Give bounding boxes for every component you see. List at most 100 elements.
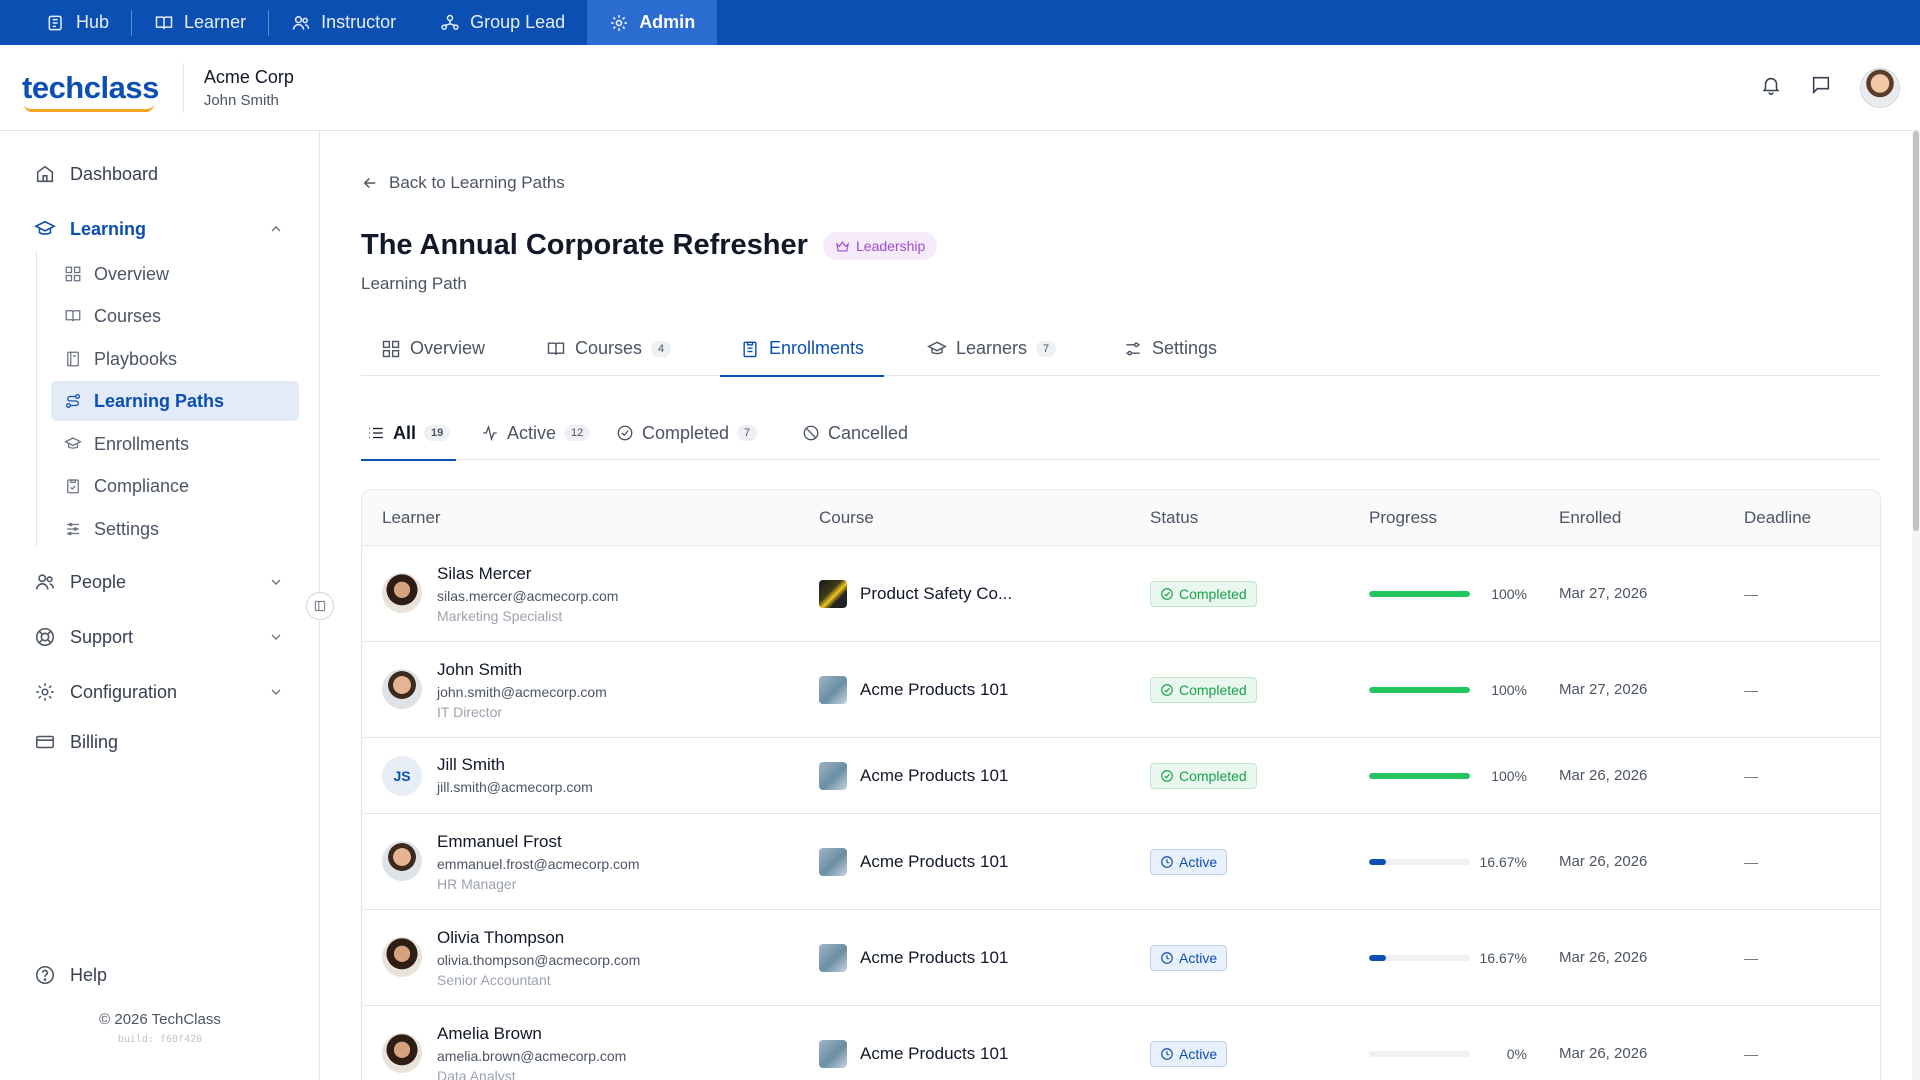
tab-enrollments[interactable]: Enrollments	[719, 321, 885, 377]
sidebar-item-overview[interactable]: Overview	[51, 254, 299, 294]
course-name[interactable]: Acme Products 101	[860, 766, 1008, 786]
org-name: Acme Corp	[203, 66, 294, 87]
progress-percent: 0%	[1506, 1046, 1527, 1062]
check-circle-icon	[1161, 770, 1173, 782]
learner-title: HR Manager	[437, 876, 517, 892]
role-instructor[interactable]: Instructor	[269, 0, 418, 45]
status-badge: Completed	[1150, 763, 1257, 789]
column-status[interactable]: Status	[1150, 508, 1198, 528]
tab-learners[interactable]: Learners 7	[927, 321, 1057, 376]
enrollments-table: Learner Course Status Progress Enrolled …	[361, 489, 1881, 1080]
sidebar-item-support[interactable]: Support	[0, 617, 300, 657]
deadline: —	[1744, 854, 1758, 870]
sidebar-item-playbooks[interactable]: Playbooks	[51, 339, 299, 379]
progress-percent: 100%	[1491, 682, 1527, 698]
graduation-cap-icon	[64, 437, 82, 449]
table-row[interactable]: Amelia Brown amelia.brown@acmecorp.com D…	[362, 1006, 1880, 1080]
deadline: —	[1744, 950, 1758, 966]
courses-count: 4	[651, 340, 672, 357]
course-thumbnail	[819, 944, 847, 972]
sidebar-item-learning[interactable]: Learning	[0, 209, 300, 249]
sidebar-item-configuration[interactable]: Configuration	[0, 672, 300, 712]
submenu-guide-line	[36, 251, 37, 547]
deadline: —	[1744, 1046, 1758, 1062]
course-name[interactable]: Acme Products 101	[860, 1044, 1008, 1064]
table-row[interactable]: John Smith john.smith@acmecorp.com IT Di…	[362, 642, 1880, 738]
course-name[interactable]: Acme Products 101	[860, 680, 1008, 700]
filter-active[interactable]: Active 12	[481, 406, 591, 460]
tab-settings[interactable]: Settings	[1123, 321, 1217, 376]
main-content: Back to Learning Paths The Annual Corpor…	[321, 131, 1920, 1080]
ban-icon	[803, 425, 819, 441]
techclass-logo[interactable]: techclass	[22, 70, 159, 112]
sidebar-item-settings[interactable]: Settings	[51, 509, 299, 549]
role-learner[interactable]: Learner	[132, 0, 268, 45]
column-progress[interactable]: Progress	[1369, 508, 1437, 528]
learner-email: olivia.thompson@acmecorp.com	[437, 952, 641, 968]
status-badge: Completed	[1150, 581, 1257, 607]
course-name[interactable]: Product Safety Co...	[860, 584, 1012, 604]
course-thumbnail	[819, 762, 847, 790]
sidebar-item-people[interactable]: People	[0, 562, 300, 602]
progress-bar	[1369, 1051, 1470, 1057]
page-scrollbar[interactable]	[1912, 131, 1920, 1080]
tab-courses[interactable]: Courses 4	[546, 321, 672, 376]
build-version: build: f60f420	[117, 1034, 203, 1045]
messages-button[interactable]	[1810, 74, 1832, 101]
sidebar-item-dashboard[interactable]: Dashboard	[0, 154, 300, 194]
filter-completed[interactable]: Completed 7	[616, 406, 758, 460]
back-to-learning-paths-link[interactable]: Back to Learning Paths	[361, 173, 565, 193]
table-row[interactable]: Emmanuel Frost emmanuel.frost@acmecorp.c…	[362, 814, 1880, 910]
clipboard-check-icon	[67, 479, 79, 494]
status-badge: Active	[1150, 849, 1228, 875]
role-hub[interactable]: Hub	[24, 0, 131, 45]
sidebar-item-learning-paths[interactable]: Learning Paths	[51, 381, 299, 421]
table-row[interactable]: JS Jill Smith jill.smith@acmecorp.com Ac…	[362, 738, 1880, 814]
progress-bar	[1369, 773, 1470, 779]
deadline: —	[1744, 768, 1758, 784]
sidebar-item-compliance[interactable]: Compliance	[51, 466, 299, 506]
clock-icon	[1161, 952, 1173, 964]
role-group-lead[interactable]: Group Lead	[418, 0, 587, 45]
credit-card-icon	[35, 735, 55, 749]
book-icon	[155, 15, 173, 29]
app-header: techclass Acme Corp John Smith	[0, 45, 1920, 131]
filter-all[interactable]: All 19	[360, 406, 457, 461]
check-circle-icon	[617, 425, 633, 441]
gear-icon	[611, 14, 628, 31]
learner-title: IT Director	[437, 704, 503, 720]
filter-cancelled[interactable]: Cancelled	[802, 406, 908, 460]
group-icon	[441, 14, 459, 30]
progress-bar	[1369, 591, 1470, 597]
column-course[interactable]: Course	[819, 508, 874, 528]
column-enrolled[interactable]: Enrolled	[1559, 508, 1621, 528]
course-name[interactable]: Acme Products 101	[860, 948, 1008, 968]
crown-icon	[835, 240, 850, 251]
notifications-button[interactable]	[1760, 74, 1782, 101]
sidebar-item-billing[interactable]: Billing	[0, 722, 300, 762]
column-deadline[interactable]: Deadline	[1744, 508, 1811, 528]
clock-icon	[1161, 856, 1173, 868]
role-admin[interactable]: Admin	[587, 0, 718, 45]
user-avatar[interactable]	[1860, 67, 1900, 108]
progress-fill	[1369, 687, 1470, 693]
avatar	[382, 937, 422, 977]
learner-email: john.smith@acmecorp.com	[437, 684, 607, 700]
scrollbar-thumb[interactable]	[1913, 131, 1919, 531]
sidebar-item-courses[interactable]: Courses	[51, 296, 299, 336]
sidebar-item-help[interactable]: Help	[0, 955, 300, 995]
table-row[interactable]: Silas Mercer silas.mercer@acmecorp.com M…	[362, 546, 1880, 642]
table-row[interactable]: Olivia Thompson olivia.thompson@acmecorp…	[362, 910, 1880, 1006]
header-divider	[182, 62, 184, 113]
learner-title: Senior Accountant	[437, 972, 551, 988]
status-badge: Active	[1150, 1041, 1228, 1067]
clock-icon	[1161, 1048, 1173, 1060]
tab-overview[interactable]: Overview	[381, 321, 485, 376]
progress-fill	[1369, 773, 1470, 779]
column-learner[interactable]: Learner	[382, 508, 441, 528]
gear-icon	[36, 683, 54, 701]
progress-bar	[1369, 687, 1470, 693]
avatar	[382, 573, 422, 613]
course-name[interactable]: Acme Products 101	[860, 852, 1008, 872]
sidebar-item-enrollments[interactable]: Enrollments	[51, 424, 299, 464]
